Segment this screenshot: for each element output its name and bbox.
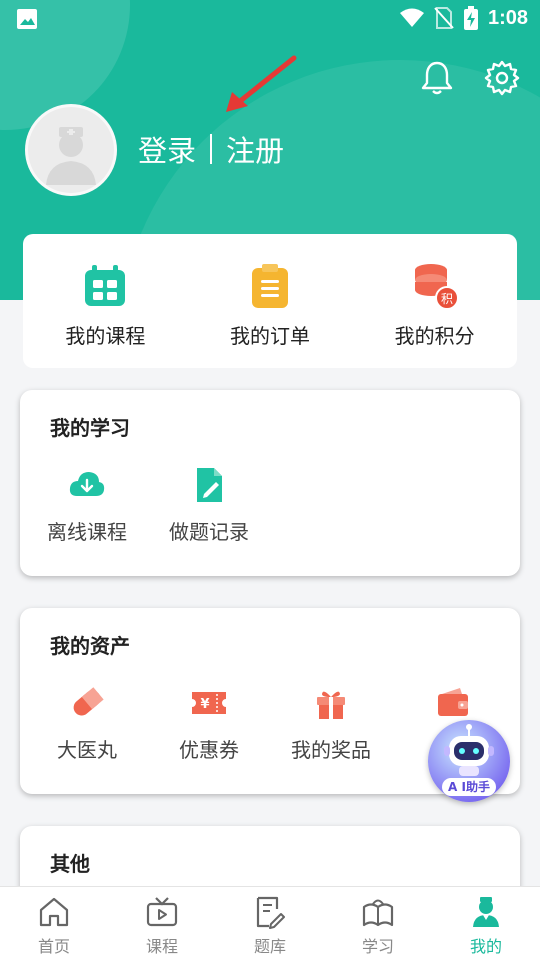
quick-label: 我的积分 bbox=[394, 324, 475, 348]
coupon-icon: ¥ bbox=[192, 692, 226, 714]
ai-assistant-button[interactable]: A I助手 bbox=[428, 720, 510, 802]
nav-label: 题库 bbox=[253, 937, 286, 956]
pill-points-button[interactable]: 大医丸 bbox=[26, 684, 148, 763]
points-badge: 积 bbox=[441, 292, 453, 306]
my-courses-button[interactable]: 我的课程 bbox=[30, 262, 180, 349]
pointer-arrow-icon bbox=[226, 55, 297, 112]
cloud-download-icon bbox=[69, 472, 105, 496]
my-orders-button[interactable]: 我的订单 bbox=[195, 262, 345, 349]
tv-icon bbox=[146, 897, 178, 927]
home-icon bbox=[39, 897, 69, 927]
quick-access-card: 我的课程 我的订单 积 我的积分 bbox=[23, 234, 517, 368]
book-icon bbox=[362, 899, 394, 927]
battery-charging-icon bbox=[463, 6, 478, 30]
bottom-navigation: 首页 课程 题库 学习 我的 bbox=[0, 886, 540, 960]
robot-icon bbox=[444, 724, 494, 776]
quick-label: 我的订单 bbox=[229, 324, 310, 348]
calendar-icon bbox=[85, 265, 126, 306]
nav-label: 首页 bbox=[37, 937, 70, 956]
nav-label: 我的 bbox=[469, 937, 502, 956]
wallet-icon bbox=[438, 688, 468, 716]
avatar[interactable] bbox=[25, 104, 117, 196]
settings-gear-icon[interactable] bbox=[484, 60, 520, 96]
section-title: 其他 bbox=[50, 852, 90, 876]
my-prizes-button[interactable]: 我的奖品 bbox=[270, 684, 392, 763]
section-item-label: 做题记录 bbox=[169, 520, 249, 544]
gallery-notification-icon bbox=[17, 9, 37, 29]
nav-home[interactable]: 首页 bbox=[0, 887, 108, 960]
exercise-records-button[interactable]: 做题记录 bbox=[148, 466, 270, 545]
gift-icon bbox=[317, 691, 345, 719]
points-icon: 积 bbox=[414, 264, 459, 310]
nav-study[interactable]: 学习 bbox=[324, 887, 432, 960]
nav-courses[interactable]: 课程 bbox=[108, 887, 216, 960]
coupon-yen: ¥ bbox=[200, 697, 209, 712]
register-link[interactable]: 注册 bbox=[226, 128, 284, 170]
offline-courses-button[interactable]: 离线课程 bbox=[26, 466, 148, 545]
nav-label: 课程 bbox=[145, 937, 178, 956]
nav-label: 学习 bbox=[361, 937, 394, 956]
notification-bell-icon[interactable] bbox=[420, 60, 454, 96]
my-points-button[interactable]: 积 我的积分 bbox=[360, 262, 510, 349]
exercise-record-icon bbox=[197, 468, 222, 502]
doctor-avatar-icon bbox=[46, 127, 96, 185]
profile-icon bbox=[473, 897, 499, 927]
nav-question-bank[interactable]: 题库 bbox=[216, 887, 324, 960]
pill-icon bbox=[73, 687, 104, 716]
wifi-icon bbox=[399, 8, 424, 27]
my-study-section: 我的学习 离线课程 做题记录 bbox=[20, 390, 520, 576]
section-item-label: 优惠券 bbox=[179, 738, 239, 762]
section-title: 我的资产 bbox=[50, 634, 130, 658]
question-bank-icon bbox=[256, 896, 285, 929]
nav-mine[interactable]: 我的 bbox=[432, 887, 540, 960]
quick-label: 我的课程 bbox=[65, 324, 146, 348]
section-item-label: 我的奖品 bbox=[291, 738, 371, 762]
section-item-label: 大医丸 bbox=[57, 738, 117, 762]
section-item-label: 离线课程 bbox=[47, 520, 127, 544]
section-title: 我的学习 bbox=[50, 416, 130, 440]
coupons-button[interactable]: ¥ 优惠券 bbox=[148, 684, 270, 763]
login-link[interactable]: 登录 bbox=[138, 128, 196, 170]
status-bar: 1:08 bbox=[0, 0, 540, 40]
login-register: 登录 注册 bbox=[138, 128, 284, 170]
ai-assistant-label: A I助手 bbox=[442, 778, 496, 796]
no-sim-icon bbox=[434, 7, 454, 29]
status-time: 1:08 bbox=[487, 6, 528, 29]
order-icon bbox=[251, 264, 288, 308]
login-divider bbox=[210, 134, 213, 164]
